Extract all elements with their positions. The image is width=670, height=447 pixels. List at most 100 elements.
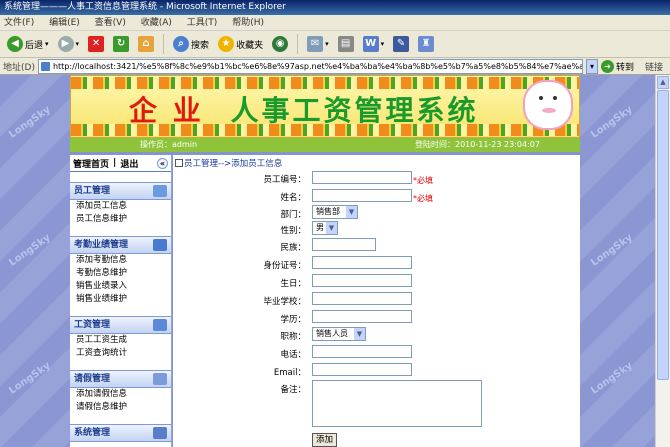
chevron-down-icon: ▼ <box>326 222 337 234</box>
mail-icon: ✉ <box>307 36 324 52</box>
search-icon: ⌕ <box>173 36 190 52</box>
menu-tools[interactable]: 工具(T) <box>187 18 218 28</box>
left-nav: 管理首页 | 退出 « 员工管理 添加员工信息 员工信息维护 考勤业绩管理 添加… <box>70 155 172 447</box>
breadcrumb: 员工管理-->添加员工信息 <box>175 157 282 169</box>
links-label[interactable]: 链接 <box>645 60 663 73</box>
collapse-icon[interactable]: « <box>157 158 168 169</box>
add-button[interactable]: 添加 <box>312 433 338 447</box>
nav-item-add-employee[interactable]: 添加员工信息 <box>70 200 171 213</box>
vertical-scrollbar[interactable]: ▲ <box>655 75 670 447</box>
stop-icon: ✕ <box>88 36 105 52</box>
nav-item-generate-salary[interactable]: 员工工资生成 <box>70 334 171 347</box>
nav-item-salary-stats[interactable]: 工资查询统计 <box>70 347 171 360</box>
phone-input[interactable] <box>312 345 412 358</box>
menu-bar: 文件(F) 编辑(E) 查看(V) 收藏(A) 工具(T) 帮助(H) <box>0 15 670 31</box>
nav-section-salary[interactable]: 工资管理 <box>70 316 171 334</box>
scroll-up-icon[interactable]: ▲ <box>657 76 669 89</box>
edit-button[interactable]: W ▾ <box>360 33 388 55</box>
operator-text: 操作员：admin <box>140 140 198 149</box>
nav-item-enter-sales[interactable]: 销售业绩录入 <box>70 280 171 293</box>
nation-input[interactable] <box>312 238 376 251</box>
address-dropdown-icon[interactable]: ▾ <box>585 58 598 74</box>
home-link[interactable]: 管理首页 <box>73 157 109 170</box>
emp-no-label: 员工编号： <box>263 175 306 185</box>
address-bar: 地址(D) http://localhost:3421/%e5%8f%8c%e9… <box>0 58 670 75</box>
nav-section-system[interactable]: 系统管理 <box>70 424 171 442</box>
nav-section-attendance[interactable]: 考勤业绩管理 <box>70 236 171 254</box>
search-button[interactable]: ⌕ 搜索 <box>170 33 212 55</box>
toolbar-separator <box>163 34 165 54</box>
dept-select[interactable]: 销售部 ▼ <box>312 205 358 219</box>
chevron-down-icon: ▾ <box>75 40 80 48</box>
logout-link[interactable]: 退出 <box>120 157 138 170</box>
nav-top: 管理首页 | 退出 « <box>70 155 171 172</box>
address-label: 地址(D) <box>3 62 35 73</box>
left-background: LongSky LongSky LongSky <box>0 75 70 447</box>
refresh-button[interactable]: ↻ <box>110 33 132 55</box>
name-label: 姓名： <box>280 193 306 203</box>
chevron-down-icon: ▼ <box>346 206 357 218</box>
menu-edit[interactable]: 编辑(E) <box>49 18 80 28</box>
id-no-label: 身份证号： <box>263 261 306 271</box>
position-select[interactable]: 销售人员 ▼ <box>312 327 366 341</box>
messenger-button[interactable]: ♜ <box>415 33 437 55</box>
chevron-down-icon: ▼ <box>354 328 365 340</box>
banner-title: 企 业 人事工资管理系统 <box>129 94 479 127</box>
print-button[interactable]: ▤ <box>335 33 357 55</box>
watermark: LongSky <box>589 104 635 141</box>
nav-item-add-attendance[interactable]: 添加考勤信息 <box>70 254 171 267</box>
id-no-input[interactable] <box>312 256 412 269</box>
dept-label: 部门： <box>280 210 306 220</box>
nav-item-add-leave[interactable]: 添加请假信息 <box>70 388 171 401</box>
menu-file[interactable]: 文件(F) <box>4 18 34 28</box>
stop-button[interactable]: ✕ <box>85 33 107 55</box>
back-button[interactable]: ◀ 后退 ▾ <box>4 33 52 55</box>
salary-icon <box>153 319 167 331</box>
name-input[interactable] <box>312 189 412 202</box>
nav-section-leave[interactable]: 请假管理 <box>70 370 171 388</box>
favorites-button[interactable]: ★ 收藏夹 <box>215 33 266 55</box>
emp-no-input[interactable] <box>312 171 412 184</box>
mail-button[interactable]: ✉ ▾ <box>304 33 332 55</box>
required-mark: *必填 <box>413 194 433 203</box>
school-input[interactable] <box>312 292 412 305</box>
education-input[interactable] <box>312 310 412 323</box>
menu-help[interactable]: 帮助(H) <box>232 18 264 28</box>
edit-icon: W <box>362 36 379 52</box>
nation-label: 民族： <box>280 243 306 253</box>
window-title-bar: 系统管理———人事工资信息管理系统 - Microsoft Internet E… <box>0 0 670 15</box>
media-icon: ◉ <box>272 36 289 52</box>
nav-item-maintain-leave[interactable]: 请假信息维护 <box>70 401 171 414</box>
remarks-textarea[interactable] <box>312 380 482 427</box>
watermark: LongSky <box>589 360 635 397</box>
home-button[interactable]: ⌂ <box>135 33 157 55</box>
nav-item-maintain-attendance[interactable]: 考勤信息维护 <box>70 267 171 280</box>
media-button[interactable]: ◉ <box>269 33 291 55</box>
right-background: LongSky LongSky LongSky <box>580 75 655 447</box>
menu-favorites[interactable]: 收藏(A) <box>141 18 172 28</box>
chevron-down-icon: ▾ <box>380 40 385 48</box>
birthday-label: 生日： <box>280 279 306 289</box>
nav-item-maintain-sales[interactable]: 销售业绩维护 <box>70 293 171 306</box>
gender-select[interactable]: 男 ▼ <box>312 221 338 235</box>
page-icon <box>40 61 50 71</box>
scroll-thumb[interactable] <box>657 90 669 380</box>
forward-button[interactable]: ▶ ▾ <box>55 33 83 55</box>
watermark: LongSky <box>7 104 53 141</box>
attendance-icon <box>153 239 167 251</box>
watermark: LongSky <box>7 232 53 269</box>
discuss-button[interactable]: ✎ <box>390 33 412 55</box>
email-input[interactable] <box>312 363 412 376</box>
menu-view[interactable]: 查看(V) <box>95 18 126 28</box>
address-input[interactable]: http://localhost:3421/%e5%8f%8c%e9%b1%bc… <box>37 58 583 74</box>
chevron-down-icon: ▾ <box>325 40 329 48</box>
birthday-input[interactable] <box>312 274 412 287</box>
gender-label: 性别： <box>280 226 306 236</box>
home-icon: ⌂ <box>138 36 155 52</box>
main-panel: 员工管理-->添加员工信息 员工编号： *必填 姓名： *必填 部门： 销售部 ▼… <box>173 155 580 447</box>
messenger-icon: ♜ <box>418 36 435 52</box>
go-button[interactable]: ➔ 转到 <box>600 59 634 73</box>
nav-section-employee[interactable]: 员工管理 <box>70 182 171 200</box>
nav-item-maintain-employee[interactable]: 员工信息维护 <box>70 213 171 226</box>
remarks-label: 备注： <box>280 385 306 395</box>
